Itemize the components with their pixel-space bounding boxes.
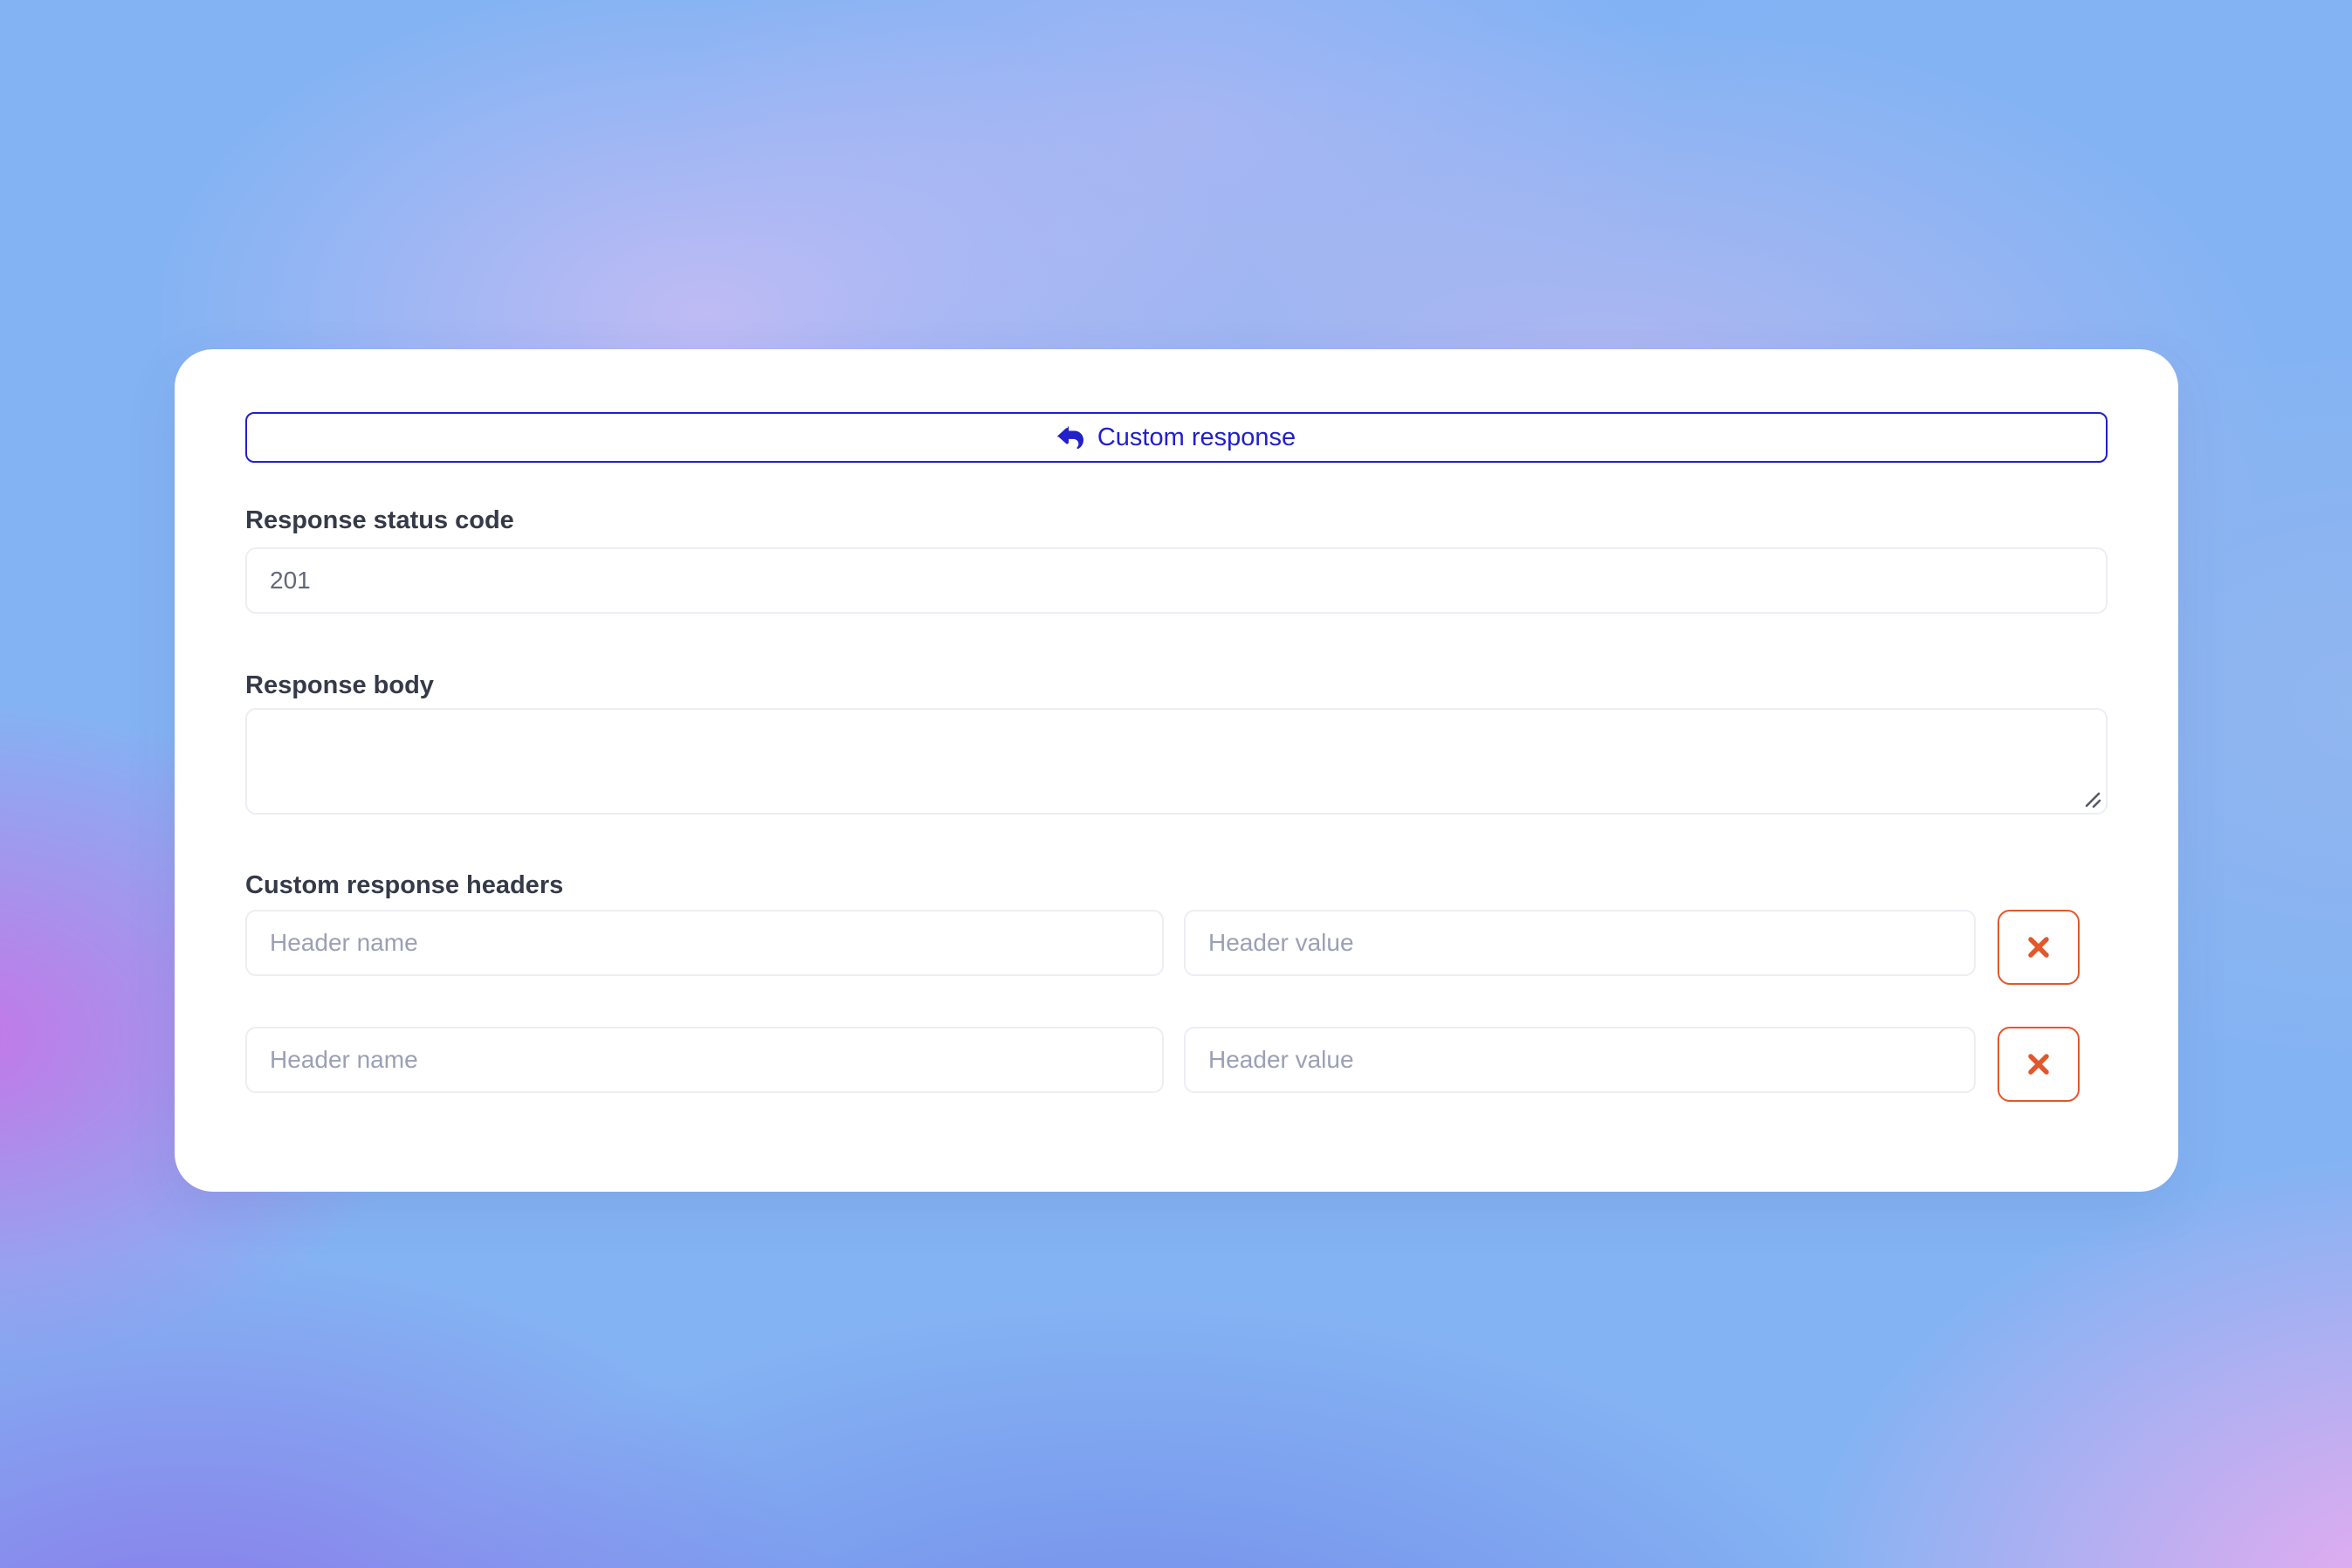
response-body-wrap — [245, 708, 2108, 815]
custom-response-button-label: Custom response — [1097, 423, 1296, 452]
response-body-textarea[interactable] — [245, 708, 2108, 815]
custom-response-button[interactable]: Custom response — [245, 412, 2108, 463]
custom-response-panel: Custom response Response status code Res… — [175, 349, 2178, 1192]
resize-handle-icon[interactable] — [2081, 788, 2104, 811]
status-code-input[interactable] — [245, 547, 2108, 614]
header-value-input[interactable] — [1184, 1027, 1976, 1093]
status-code-label: Response status code — [245, 506, 514, 534]
reply-icon — [1057, 424, 1083, 450]
header-value-input[interactable] — [1184, 910, 1976, 976]
remove-header-button[interactable] — [1998, 1027, 2080, 1102]
header-row — [245, 1027, 2108, 1102]
custom-headers-label: Custom response headers — [245, 871, 563, 899]
header-row — [245, 910, 2108, 985]
header-name-input[interactable] — [245, 1027, 1164, 1093]
x-icon — [2023, 932, 2054, 963]
x-icon — [2023, 1049, 2054, 1080]
remove-header-button[interactable] — [1998, 910, 2080, 985]
response-body-label: Response body — [245, 671, 434, 699]
header-name-input[interactable] — [245, 910, 1164, 976]
